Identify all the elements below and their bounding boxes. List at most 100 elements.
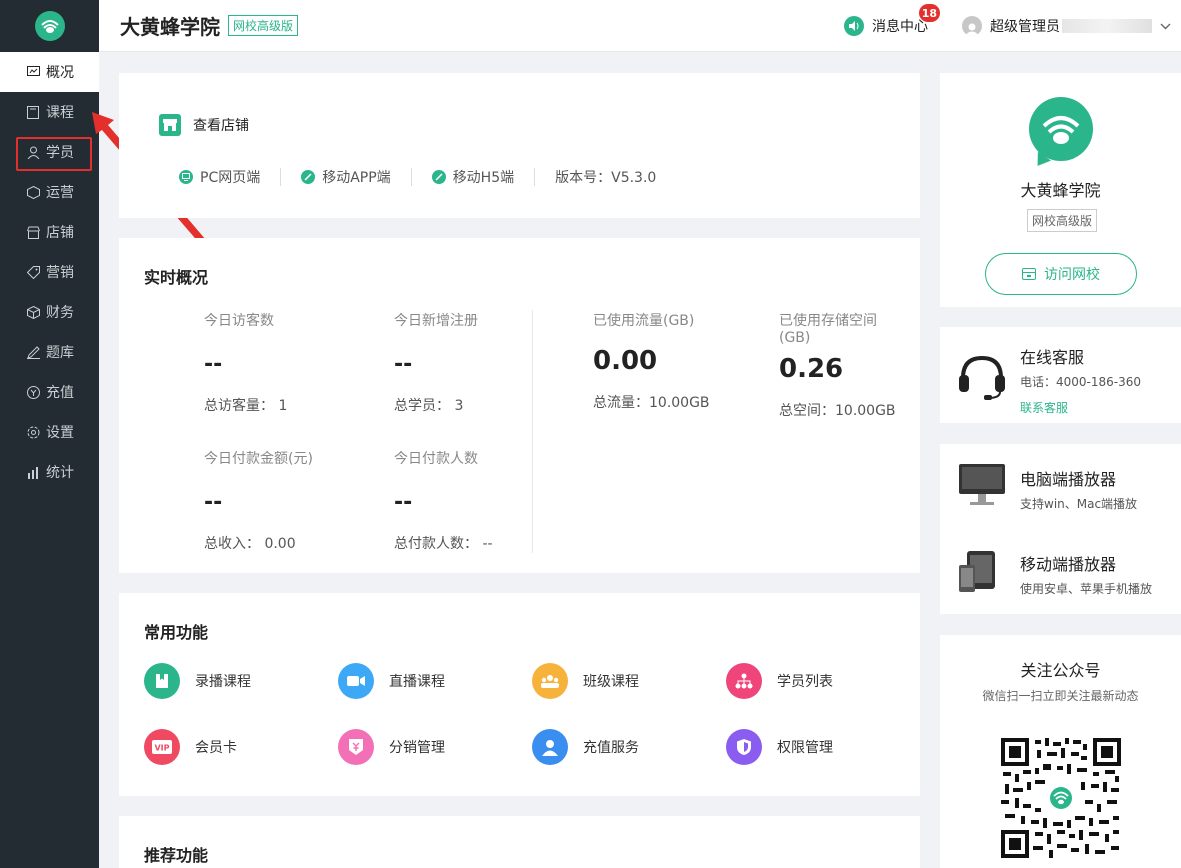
sidebar-item-label: 概况	[46, 65, 74, 81]
sidebar-item-store[interactable]: 店铺	[0, 212, 99, 252]
message-center-label: 消息中心	[872, 19, 928, 35]
link-icon	[431, 170, 446, 184]
contact-service-link[interactable]: 联系客服	[1020, 399, 1068, 416]
cube-icon	[26, 185, 40, 199]
stat-label: 今日访客数	[204, 313, 274, 329]
function-label: 权限管理	[777, 740, 833, 756]
chevron-down-icon	[1160, 18, 1171, 34]
recharge-service-button[interactable]: 充值服务	[532, 729, 639, 765]
visit-school-label: 访问网校	[1044, 267, 1100, 283]
message-center-button[interactable]: 消息中心 18	[844, 4, 940, 36]
divider	[532, 310, 533, 553]
wechat-title: 关注公众号	[1020, 661, 1101, 680]
stat-new-registrations: 今日新增注册 -- 总学员： 3	[394, 310, 478, 415]
sidebar-item-label: 充值	[46, 385, 74, 401]
live-course-button[interactable]: 直播课程	[338, 663, 445, 699]
stat-total: 总收入： 0.00	[204, 536, 296, 552]
app-logo[interactable]	[0, 0, 99, 52]
divider	[410, 168, 412, 186]
sidebar-item-settings[interactable]: 设置	[0, 412, 99, 452]
desktop-monitor-icon	[959, 464, 1005, 511]
avatar	[962, 16, 982, 36]
distribution-button[interactable]: 分销管理	[338, 729, 445, 765]
common-functions-card: 常用功能 录播课程 直播课程 班级课程 学员列表 VIP 会员卡 分销管理 充值…	[119, 593, 920, 796]
speaker-icon	[844, 16, 864, 36]
notification-badge: 18	[918, 4, 940, 22]
sidebar-item-label: 设置	[46, 425, 74, 441]
sidebar-item-label: 店铺	[46, 225, 74, 241]
function-label: 会员卡	[195, 740, 237, 756]
players-card: 电脑端播放器 支持win、Mac端播放 移动端播放器 使用安卓、苹果手机播放	[940, 444, 1181, 614]
function-label: 学员列表	[777, 674, 833, 690]
stat-storage: 已使用存储空间(GB) 0.26 总空间：10.00GB	[779, 310, 899, 420]
stat-total: 总空间：10.00GB	[779, 403, 896, 419]
sidebar-item-label: 财务	[46, 305, 74, 321]
coin-icon	[26, 385, 40, 399]
view-store-link[interactable]: 查看店铺	[159, 114, 249, 136]
stat-payers: 今日付款人数 -- 总付款人数： --	[394, 448, 493, 553]
section-title: 常用功能	[144, 623, 209, 642]
mobile-h5-link[interactable]: 移动H5端	[431, 167, 514, 187]
stat-value: --	[394, 490, 413, 515]
gear-icon	[26, 425, 40, 439]
sidebar-item-question-bank[interactable]: 题库	[0, 332, 99, 372]
stat-total: 总付款人数： --	[394, 536, 493, 552]
headset-icon	[958, 354, 1006, 404]
student-list-button[interactable]: 学员列表	[726, 663, 833, 699]
recorded-course-icon	[144, 663, 180, 699]
sidebar-item-finance[interactable]: 财务	[0, 292, 99, 332]
sidebar: 概况 课程 学员 运营 店铺 营销 财务 题库 充值 设置 统计	[0, 0, 99, 868]
dashboard-icon	[26, 65, 40, 79]
book-icon	[26, 105, 40, 119]
stat-label: 今日新增注册	[394, 313, 478, 329]
sidebar-item-recharge[interactable]: 充值	[0, 372, 99, 412]
mobile-app-link[interactable]: 移动APP端	[301, 167, 391, 187]
divider	[280, 168, 282, 186]
bee-logo-icon	[1029, 97, 1093, 161]
sidebar-item-label: 统计	[46, 465, 74, 481]
player-desc: 支持win、Mac端播放	[1020, 497, 1138, 511]
store-card: 查看店铺 PC网页端 移动APP端 移动H5端 版本号：V5.3.0	[119, 73, 920, 218]
recorded-course-button[interactable]: 录播课程	[144, 663, 251, 699]
stat-value: --	[394, 352, 413, 377]
sidebar-item-label: 营销	[46, 265, 74, 281]
link-label: PC网页端	[200, 170, 261, 186]
section-title: 实时概况	[144, 268, 209, 287]
user-name: 超级管理员	[990, 19, 1060, 35]
sidebar-item-course[interactable]: 课程	[0, 92, 99, 171]
stat-value: --	[204, 352, 223, 377]
recommended-card: 推荐功能	[119, 816, 920, 868]
stat-value: 0.00	[593, 346, 658, 376]
function-label: 班级课程	[583, 674, 639, 690]
page-title: 大黄蜂学院	[120, 15, 220, 39]
permission-button[interactable]: 权限管理	[726, 729, 833, 765]
mobile-devices-icon	[959, 551, 997, 597]
service-title: 在线客服	[1020, 348, 1085, 367]
membership-card-button[interactable]: VIP 会员卡	[144, 729, 237, 765]
function-label: 录播课程	[195, 674, 251, 690]
wechat-desc: 微信扫一扫立即关注最新动态	[982, 689, 1139, 703]
stat-label: 今日付款金额(元)	[204, 451, 313, 467]
store-icon	[1022, 268, 1036, 280]
bar-chart-icon	[26, 465, 40, 479]
store-icon	[26, 225, 40, 239]
shield-icon	[726, 729, 762, 765]
video-camera-icon	[338, 663, 374, 699]
visit-school-button[interactable]: 访问网校	[985, 253, 1137, 295]
sidebar-item-statistics[interactable]: 统计	[0, 452, 99, 492]
stat-traffic: 已使用流量(GB) 0.00 总流量：10.00GB	[593, 310, 710, 412]
class-course-button[interactable]: 班级课程	[532, 663, 639, 699]
player-title: 移动端播放器	[1020, 555, 1117, 574]
vip-card-icon: VIP	[144, 729, 180, 765]
sidebar-item-marketing[interactable]: 营销	[0, 252, 99, 292]
sidebar-item-students[interactable]: 学员	[0, 132, 99, 172]
divider	[534, 168, 536, 186]
top-header: 大黄蜂学院 网校高级版 消息中心 18 超级管理员	[99, 0, 1181, 52]
sidebar-item-overview[interactable]: 概况	[0, 52, 99, 92]
link-label: 移动APP端	[322, 170, 391, 186]
sidebar-item-operations[interactable]: 运营	[0, 172, 99, 212]
pc-web-link[interactable]: PC网页端	[179, 167, 260, 187]
stat-visitors: 今日访客数 -- 总访客量： 1	[204, 310, 287, 415]
user-menu[interactable]: 超级管理员	[962, 16, 1171, 36]
stat-value: --	[204, 490, 223, 515]
